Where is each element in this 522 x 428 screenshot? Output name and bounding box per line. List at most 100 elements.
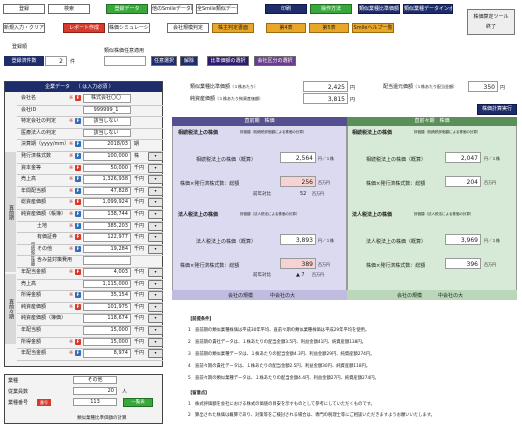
row-toggle-button[interactable]: ▾ [148, 337, 163, 347]
corp-row-unit: 千円 [134, 245, 145, 252]
ratio-select-button[interactable]: 比準価額の選択 [207, 56, 249, 66]
required-icon: ※ [69, 187, 74, 194]
corp-row-value[interactable] [83, 256, 131, 265]
row-toggle-button[interactable]: ▾ [148, 198, 163, 208]
corp-row-value[interactable]: 50,000 [83, 163, 131, 173]
employees-value[interactable]: 20 [73, 387, 117, 395]
tools-exit-button[interactable]: 株価算定ツール 終了 [467, 9, 515, 35]
corp-row-value[interactable]: 1,326,938 [83, 175, 131, 184]
calc-execute-button[interactable]: 株価計算実行 [477, 104, 517, 115]
field-help-icon[interactable]: F [75, 211, 81, 217]
toolbar-btn-table5[interactable]: 第5表 [309, 23, 349, 33]
field-help-icon[interactable]: F [75, 269, 81, 275]
corp-panel-title: 企業データ [45, 84, 71, 90]
field-help-icon[interactable]: F [75, 199, 81, 206]
corp-row-value[interactable]: 該当しない [83, 117, 131, 126]
corp-row-value[interactable]: 2018/03 [83, 140, 131, 149]
field-help-icon[interactable]: F [75, 350, 81, 357]
toolbar-btn-similar-calc[interactable]: 類似業種比準価額計算 [358, 4, 400, 14]
field-help-icon[interactable]: F [75, 153, 81, 159]
toolbar-btn-print[interactable]: 印刷 [265, 4, 307, 14]
corp-row-value[interactable]: 122,977 [83, 233, 131, 242]
row-toggle-button[interactable]: ▾ [148, 233, 163, 243]
row-toggle-button[interactable]: ▾ [148, 186, 163, 196]
row-toggle-button[interactable]: ▾ [148, 221, 163, 231]
corp-row-unit: 千円 [134, 280, 145, 287]
toolbar-btn-registered-data[interactable]: 登録データ [106, 4, 148, 14]
toolbar-btn-similar-import[interactable]: 類似業種データインポート [403, 4, 453, 14]
similar-clear-button[interactable]: 解除 [180, 56, 198, 66]
corp-row-value[interactable]: 47,828 [83, 186, 131, 196]
row-toggle-button[interactable]: ▾ [148, 291, 163, 301]
right-inherit-title: 相続税法上の株価 [352, 130, 393, 136]
field-help-icon[interactable]: F [75, 118, 81, 125]
toolbar-btn-search[interactable]: 検索 [48, 4, 90, 14]
required-icon: ※ [69, 234, 74, 241]
corp-row-value[interactable]: 138,744 [83, 210, 131, 219]
row-toggle-button[interactable]: ▾ [148, 302, 163, 312]
corp-row-value[interactable]: 4,003 [83, 268, 131, 277]
corp-row-value[interactable]: 株式会社〇〇 [83, 94, 131, 103]
field-help-icon[interactable]: F [75, 222, 81, 229]
toolbar-btn-help[interactable]: 操作方法 [310, 4, 352, 14]
dividend-label: 配当還元価額（１株あたり配当金額） [383, 84, 458, 90]
row-toggle-button[interactable]: ▾ [148, 279, 163, 289]
row-toggle-button[interactable]: ▾ [148, 163, 163, 173]
toolbar-btn-new-clear[interactable]: 新規入力・クリア [3, 23, 45, 33]
row-toggle-button[interactable]: ▾ [148, 244, 163, 254]
row-toggle-button[interactable]: ▾ [148, 314, 163, 324]
field-help-icon[interactable]: F [75, 176, 81, 183]
field-help-icon[interactable]: F [75, 95, 81, 101]
corp-row-value[interactable]: 15,000 [83, 326, 131, 335]
left-row1-label: 相続税法上の株価（概算） [196, 157, 257, 163]
corp-row-value[interactable]: 101,975 [83, 302, 131, 312]
corp-row-value[interactable]: 1,115,000 [83, 279, 131, 289]
corp-row-value[interactable]: 該当しない [83, 128, 131, 138]
row-toggle-button[interactable]: ▾ [148, 175, 163, 185]
left-diff2-value: ▲ 7 [296, 272, 305, 278]
row-toggle-button[interactable]: ▾ [148, 326, 163, 335]
toolbar-btn-import-smile[interactable]: 他のSmileデータ取込 [151, 4, 193, 14]
industry-code-label: 業種番号 [8, 400, 29, 406]
industry-code-value[interactable]: 113 [73, 398, 117, 406]
corp-row-value[interactable]: 385,203 [83, 221, 131, 231]
industry-value[interactable]: その他 [73, 376, 117, 384]
right-row2-value: 204 [445, 176, 481, 187]
row-toggle-button[interactable]: ▾ [148, 349, 163, 359]
field-help-icon[interactable]: F [75, 303, 81, 310]
corp-row-value[interactable]: 35,154 [83, 291, 131, 300]
company-class-button[interactable]: 会社区分の選択 [254, 56, 296, 66]
toolbar-btn-all-smile[interactable]: 全Smile類似データ [196, 4, 238, 14]
left-row2-label: 株価×発行済株式数：総額 [180, 181, 240, 187]
required-icon: ※ [69, 199, 74, 206]
corp-row-value[interactable]: 118,674 [83, 314, 131, 323]
toolbar-btn-report[interactable]: レポート作成 [63, 23, 105, 33]
field-help-icon[interactable]: F [75, 164, 81, 171]
field-help-icon[interactable]: F [75, 234, 81, 241]
toolbar-btn-smile-help[interactable]: Smileヘルプ一覧 [352, 23, 394, 33]
field-help-icon[interactable]: F [75, 292, 81, 299]
corp-row-value[interactable]: 999999_1 [83, 105, 131, 115]
toolbar-btn-table4[interactable]: 第4表 [266, 23, 306, 33]
toolbar-btn-company-size[interactable]: 会社規模判定 [167, 23, 209, 33]
corp-row-value[interactable]: 1,099,924 [83, 198, 131, 207]
field-help-icon[interactable]: F [75, 338, 81, 345]
industry-list-button[interactable]: 一覧表 [123, 398, 153, 407]
row-toggle-button[interactable]: ▾ [148, 268, 163, 277]
toolbar-btn-register[interactable]: 登録 [3, 4, 45, 14]
field-help-icon[interactable]: F [75, 245, 81, 252]
similar-apply-input[interactable] [104, 56, 146, 66]
corp-row-value[interactable]: 19,284 [83, 244, 131, 254]
note-premise-2: 2 直前期の貴社データは、１株あたりの配当金額3.5円、利益金額41円、純資産額… [188, 340, 366, 345]
row-toggle-button[interactable]: ▾ [148, 210, 163, 219]
corp-row-value[interactable]: 100,000 [83, 152, 131, 161]
field-help-icon[interactable]: F [75, 187, 81, 194]
left-inherit-note: 評価額（相続税評価額による株価の計算） [240, 130, 307, 134]
toolbar-btn-shareholder[interactable]: 株主判定書面 [212, 23, 254, 33]
toolbar-btn-simulation[interactable]: 株価シミュレーション [108, 23, 150, 33]
corp-row-value[interactable]: 8,974 [83, 349, 131, 358]
field-help-icon[interactable]: F [75, 141, 81, 148]
corp-row-value[interactable]: 15,000 [83, 337, 131, 347]
similar-select-button[interactable]: 任意選択 [151, 56, 177, 66]
row-toggle-button[interactable]: ▾ [148, 152, 163, 161]
